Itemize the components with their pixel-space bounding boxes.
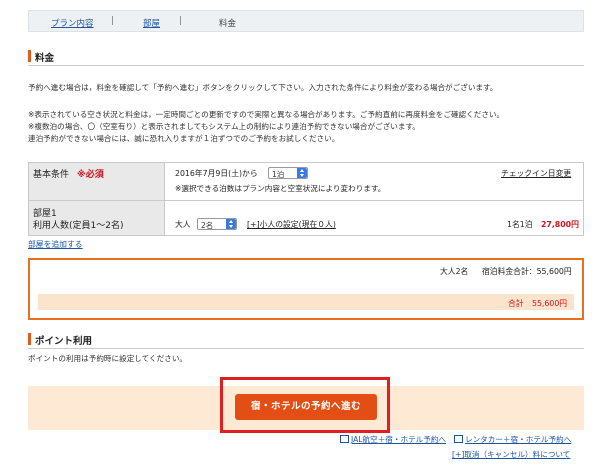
heading-accent-bar bbox=[28, 333, 31, 345]
summary-total: 宿泊料金合計：55,600円 bbox=[482, 267, 572, 276]
select-arrows-icon bbox=[226, 219, 236, 229]
people-label: 利用人数(定員1〜2名) bbox=[33, 221, 124, 231]
nights-select[interactable]: 1泊 bbox=[268, 167, 308, 179]
cancellation-fee-link[interactable]: [+]取消（キャンセル）料について bbox=[452, 449, 570, 460]
price-section-title: 料金 bbox=[35, 53, 55, 64]
checkin-change-link[interactable]: チェックイン日変更 bbox=[501, 168, 571, 179]
points-section-heading: ポイント利用 bbox=[28, 331, 584, 349]
price-note-1: ※表示されている空き状況と料金は，一定時間ごとの更新ですので実際と異なる場合があ… bbox=[28, 110, 505, 119]
jal-hotel-link[interactable]: JAL航空＋宿・ホテル予約へ bbox=[351, 435, 446, 444]
child-settings-link[interactable]: [+]小人の設定(現在０人) bbox=[247, 219, 336, 230]
tab-separator: | bbox=[111, 16, 115, 26]
price-section-heading: 料金 bbox=[28, 48, 584, 66]
heading-accent-bar bbox=[28, 50, 31, 62]
jal-link-wrap: JAL航空＋宿・ホテル予約へ bbox=[340, 434, 446, 445]
price-summary-box: 大人2名 宿泊料金合計：55,600円 合計 55,600円 bbox=[28, 258, 584, 320]
tab-separator: | bbox=[179, 16, 183, 26]
adult-count-select[interactable]: 2名 bbox=[197, 218, 237, 230]
breadcrumb-tabs: プラン内容 | 部屋 | 料金 bbox=[28, 10, 584, 32]
basic-conditions-label: 基本条件 bbox=[33, 170, 70, 180]
highlight-frame bbox=[220, 377, 390, 433]
per-person-price: 27,800円 bbox=[541, 220, 579, 229]
conditions-table: 基本条件 ※必須 2016年7月9日(土)から 1泊 チェックイン日変更 ※選択… bbox=[28, 162, 584, 236]
price-intro-text: 予約へ進む場合は，料金を確認して「予約へ進む」ボタンをクリックして下さい。入力さ… bbox=[28, 83, 498, 92]
grand-total-label: 合計 bbox=[508, 299, 524, 308]
rental-car-hotel-link[interactable]: レンタカー＋宿・ホテル予約へ bbox=[465, 435, 571, 444]
points-section-title: ポイント利用 bbox=[35, 336, 93, 347]
tab-plan[interactable]: プラン内容 bbox=[51, 17, 94, 29]
new-window-icon bbox=[454, 435, 463, 443]
new-window-icon bbox=[340, 435, 349, 443]
tab-price: 料金 bbox=[219, 19, 237, 29]
select-arrows-icon bbox=[297, 168, 307, 178]
adult-count-value: 2名 bbox=[201, 221, 214, 230]
nights-note: ※選択できる泊数はプラン内容と空室状況により変わります。 bbox=[175, 184, 386, 193]
grand-total-bar: 合計 55,600円 bbox=[38, 294, 574, 310]
adult-label: 大人 bbox=[175, 220, 191, 229]
checkin-date: 2016年7月9日(土)から bbox=[175, 169, 258, 178]
grand-total-value: 55,600円 bbox=[532, 299, 568, 308]
price-note-3: 連泊予約ができない場合には、誠に恐れ入りますが１泊ずつでのご予約をお試しください… bbox=[28, 134, 340, 143]
price-note-2: ※複数泊の場合、〇（空室有り）と表示されましてもシステム上の制約により連泊予約で… bbox=[28, 122, 420, 131]
nights-select-value: 1泊 bbox=[272, 170, 285, 179]
add-room-link[interactable]: 部屋を追加する bbox=[28, 239, 83, 250]
rental-link-wrap: レンタカー＋宿・ホテル予約へ bbox=[454, 434, 571, 445]
points-note: ポイントの利用は予約時に設定してください。 bbox=[28, 354, 188, 363]
tab-room[interactable]: 部屋 bbox=[143, 17, 160, 29]
required-mark: ※必須 bbox=[77, 170, 104, 180]
row-divider bbox=[29, 200, 583, 201]
per-person-label: 1名1泊 bbox=[507, 220, 533, 229]
summary-adults: 大人2名 bbox=[440, 267, 469, 276]
